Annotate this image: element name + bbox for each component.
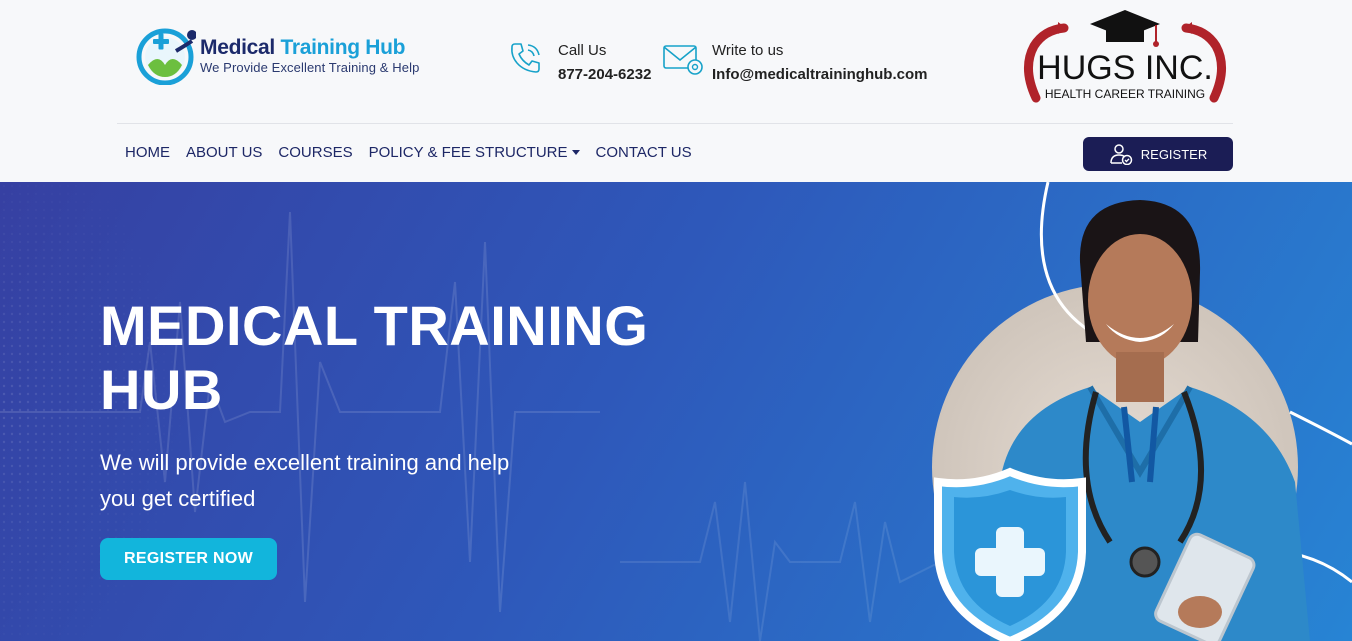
site-header: Medical Training Hub We Provide Excellen… <box>0 0 1352 182</box>
logo-title: Medical Training Hub <box>200 36 419 60</box>
nav-home[interactable]: HOME <box>117 137 178 169</box>
phone-number[interactable]: 877-204-6232 <box>558 62 651 88</box>
hero-title: MEDICAL TRAINING HUB <box>100 294 649 421</box>
logo-tagline: We Provide Excellent Training & Help <box>200 59 420 75</box>
email-icon <box>662 40 703 80</box>
nav-about-us[interactable]: ABOUT US <box>178 137 270 169</box>
hero-subtitle: We will provide excellent training and h… <box>100 450 510 511</box>
register-button-label: REGISTER <box>1140 146 1208 162</box>
hugs-subtitle: HEALTH CAREER TRAINING <box>1045 87 1205 101</box>
hero-banner: MEDICAL TRAINING HUB We will provide exc… <box>0 182 1352 641</box>
logo-title-part1: Medical <box>200 35 275 59</box>
nav-contact-us[interactable]: CONTACT US <box>588 137 700 169</box>
user-check-icon <box>1109 143 1133 166</box>
nav-courses[interactable]: COURSES <box>270 137 360 169</box>
main-nav: HOME ABOUT US COURSES POLICY & FEE STRUC… <box>117 137 700 169</box>
hugs-logo[interactable]: HUGS INC. HEALTH CAREER TRAINING <box>1022 8 1228 108</box>
nav-policy-label: POLICY & FEE STRUCTURE <box>368 144 568 161</box>
email-label: Write to us <box>712 42 784 59</box>
chevron-down-icon <box>571 149 580 155</box>
contact-email[interactable]: Write to us Info@medicaltraininghub.com <box>662 40 927 88</box>
site-logo[interactable]: Medical Training Hub We Provide Excellen… <box>136 24 426 86</box>
nurse-photo <box>932 182 1352 641</box>
phone-icon <box>508 40 548 80</box>
logo-title-part2: Training Hub <box>280 35 406 59</box>
email-address[interactable]: Info@medicaltraininghub.com <box>712 62 927 88</box>
logo-mark-icon <box>136 25 197 86</box>
nav-policy-fee-structure[interactable]: POLICY & FEE STRUCTURE <box>361 137 588 169</box>
hugs-name: HUGS INC. <box>1037 49 1213 87</box>
register-button[interactable]: REGISTER <box>1083 137 1233 171</box>
phone-label: Call Us <box>558 42 607 59</box>
register-now-button[interactable]: REGISTER NOW <box>100 538 277 580</box>
contact-phone[interactable]: Call Us 877-204-6232 <box>508 40 651 88</box>
header-divider <box>117 123 1233 124</box>
